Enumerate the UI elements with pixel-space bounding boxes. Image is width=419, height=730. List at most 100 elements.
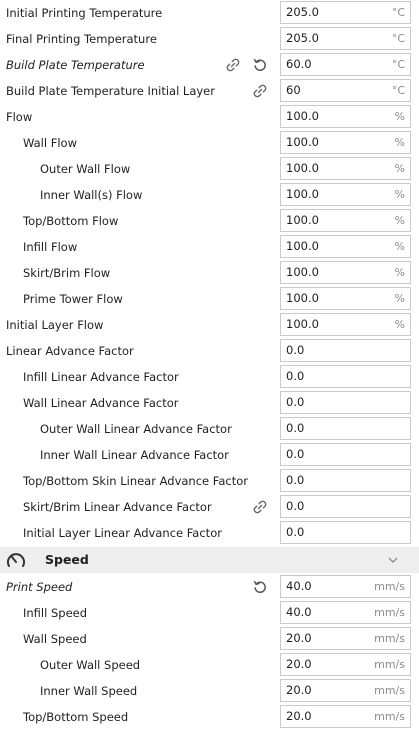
setting-row-infill-speed: Infill Speed 40.0 mm/s <box>0 600 419 626</box>
setting-value: 205.0 <box>286 5 319 19</box>
setting-row-wall-linear-advance-factor: Wall Linear Advance Factor 0.0 <box>0 390 419 416</box>
setting-label: Prime Tower Flow <box>23 292 123 306</box>
setting-row-initial-layer-linear-advance-factor: Initial Layer Linear Advance Factor 0.0 <box>0 520 419 546</box>
setting-value-field[interactable]: 0.0 <box>280 469 411 492</box>
speedometer-icon <box>7 553 25 567</box>
setting-label: Linear Advance Factor <box>6 344 134 358</box>
setting-value-field[interactable]: 100.0% <box>280 209 411 232</box>
setting-unit: mm/s <box>374 606 405 619</box>
setting-row-prime-tower-flow: Prime Tower Flow 100.0% <box>0 286 419 312</box>
setting-label: Skirt/Brim Flow <box>23 266 111 280</box>
setting-unit: °C <box>391 6 405 19</box>
setting-unit: % <box>394 318 405 331</box>
setting-value: 0.0 <box>286 447 305 461</box>
setting-unit: mm/s <box>374 658 405 671</box>
setting-row-build-plate-temperature-initial-layer: Build Plate Temperature Initial Layer 60 °… <box>0 78 419 104</box>
setting-label: Infill Speed <box>23 606 88 620</box>
setting-unit: °C <box>391 84 405 97</box>
reset-icon[interactable] <box>251 56 269 74</box>
setting-label: Inner Wall(s) Flow <box>40 188 143 202</box>
setting-value-field[interactable]: 20.0 mm/s <box>280 705 411 728</box>
setting-value-field[interactable]: 0.0 <box>280 417 411 440</box>
setting-value-field[interactable]: 40.0 mm/s <box>280 575 411 598</box>
setting-label: Top/Bottom Speed <box>23 710 129 724</box>
category-title: Speed <box>45 552 89 567</box>
setting-value-field[interactable]: 100.0% <box>280 261 411 284</box>
setting-value: 20.0 <box>286 631 312 645</box>
setting-value: 100.0 <box>286 213 319 227</box>
setting-label: Top/Bottom Skin Linear Advance Factor <box>23 474 248 488</box>
setting-value-field[interactable]: 0.0 <box>280 365 411 388</box>
setting-value-field[interactable]: 205.0 °C <box>280 1 411 24</box>
link-icon[interactable] <box>251 82 269 100</box>
setting-row-outer-wall-linear-advance-factor: Outer Wall Linear Advance Factor 0.0 <box>0 416 419 442</box>
setting-unit: mm/s <box>374 632 405 645</box>
setting-value-field[interactable]: 0.0 <box>280 391 411 414</box>
setting-value-field[interactable]: 20.0 mm/s <box>280 627 411 650</box>
setting-unit: % <box>394 162 405 175</box>
setting-value-field[interactable]: 0.0 <box>280 443 411 466</box>
setting-unit: % <box>394 136 405 149</box>
setting-row-skirt-brim-linear-advance-factor: Skirt/Brim Linear Advance Factor 0.0 <box>0 494 419 520</box>
setting-row-infill-linear-advance-factor: Infill Linear Advance Factor 0.0 <box>0 364 419 390</box>
setting-value-field[interactable]: 100.0% <box>280 313 411 336</box>
setting-value-field[interactable]: 20.0 mm/s <box>280 653 411 676</box>
setting-row-print-speed: Print Speed 40.0 mm/s <box>0 574 419 600</box>
setting-value-field[interactable]: 100.0% <box>280 183 411 206</box>
setting-value: 100.0 <box>286 265 319 279</box>
setting-value-field[interactable]: 100.0% <box>280 131 411 154</box>
setting-label: Print Speed <box>6 580 73 594</box>
setting-unit: mm/s <box>374 684 405 697</box>
setting-label: Inner Wall Linear Advance Factor <box>40 448 229 462</box>
link-icon[interactable] <box>224 56 242 74</box>
setting-value: 0.0 <box>286 343 305 357</box>
setting-unit: % <box>394 240 405 253</box>
setting-value-field[interactable]: 100.0% <box>280 105 411 128</box>
setting-value: 20.0 <box>286 709 312 723</box>
setting-value: 100.0 <box>286 161 319 175</box>
setting-value-field[interactable]: 100.0% <box>280 235 411 258</box>
setting-value-field[interactable]: 205.0 °C <box>280 27 411 50</box>
setting-value-field[interactable]: 0.0 <box>280 339 411 362</box>
setting-value: 60 <box>286 83 301 97</box>
setting-label: Initial Layer Linear Advance Factor <box>23 526 222 540</box>
reset-icon[interactable] <box>251 578 269 596</box>
setting-value-field[interactable]: 100.0% <box>280 287 411 310</box>
setting-value: 60.0 <box>286 57 312 71</box>
setting-value-field[interactable]: 20.0 mm/s <box>280 679 411 702</box>
setting-label: Inner Wall Speed <box>40 684 138 698</box>
setting-unit: mm/s <box>374 580 405 593</box>
setting-unit: °C <box>391 58 405 71</box>
chevron-down-icon[interactable] <box>386 553 400 567</box>
setting-row-inner-wall-speed: Inner Wall Speed 20.0 mm/s <box>0 678 419 704</box>
setting-row-inner-wall-s-flow: Inner Wall(s) Flow 100.0% <box>0 182 419 208</box>
setting-value-field[interactable]: 100.0% <box>280 157 411 180</box>
setting-label: Outer Wall Flow <box>40 162 131 176</box>
setting-row-wall-speed: Wall Speed 20.0 mm/s <box>0 626 419 652</box>
setting-row-infill-flow: Infill Flow 100.0% <box>0 234 419 260</box>
setting-row-initial-layer-flow: Initial Layer Flow 100.0% <box>0 312 419 338</box>
category-header-speed[interactable]: Speed <box>0 547 419 573</box>
setting-value-field[interactable]: 40.0 mm/s <box>280 601 411 624</box>
setting-label: Initial Printing Temperature <box>6 6 163 20</box>
setting-value-field[interactable]: 0.0 <box>280 495 411 518</box>
setting-row-top-bottom-skin-linear-advance-factor: Top/Bottom Skin Linear Advance Factor 0.0 <box>0 468 419 494</box>
settings-list-material: Initial Printing Temperature 205.0 °C Final… <box>0 0 419 546</box>
setting-value: 0.0 <box>286 421 305 435</box>
link-icon[interactable] <box>251 498 269 516</box>
setting-unit: % <box>394 110 405 123</box>
setting-value-field[interactable]: 0.0 <box>280 521 411 544</box>
setting-row-inner-wall-linear-advance-factor: Inner Wall Linear Advance Factor 0.0 <box>0 442 419 468</box>
setting-row-outer-wall-flow: Outer Wall Flow 100.0% <box>0 156 419 182</box>
setting-row-final-printing-temperature: Final Printing Temperature 205.0 °C <box>0 26 419 52</box>
setting-row-top-bottom-speed: Top/Bottom Speed 20.0 mm/s <box>0 704 419 730</box>
setting-label: Infill Linear Advance Factor <box>23 370 179 384</box>
setting-value-field[interactable]: 60 °C <box>280 79 411 102</box>
setting-value: 100.0 <box>286 187 319 201</box>
setting-value: 100.0 <box>286 135 319 149</box>
setting-value: 20.0 <box>286 683 312 697</box>
setting-row-top-bottom-flow: Top/Bottom Flow 100.0% <box>0 208 419 234</box>
setting-unit: °C <box>391 32 405 45</box>
setting-label: Build Plate Temperature <box>6 58 145 72</box>
setting-value-field[interactable]: 60.0 °C <box>280 53 411 76</box>
